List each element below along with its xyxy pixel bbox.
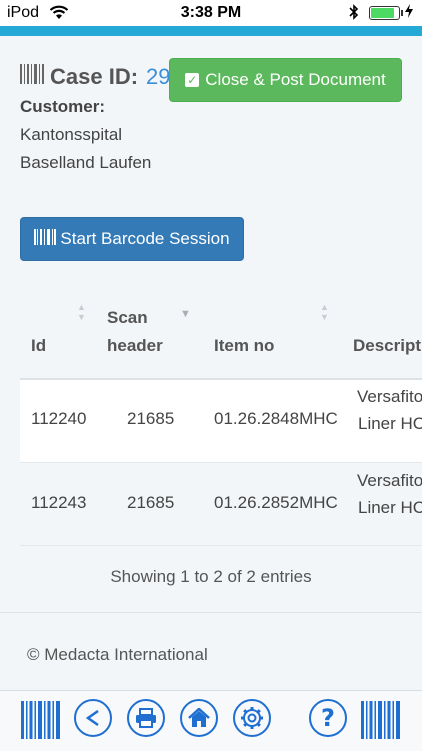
column-header-scan-header-line-2[interactable]: header — [107, 336, 163, 356]
barcode-scan-icon[interactable] — [360, 699, 402, 746]
bottom-toolbar: ? — [0, 690, 422, 751]
start-barcode-session-button[interactable]: Start Barcode Session — [20, 217, 244, 261]
status-bar: iPod 3:38 PM — [0, 0, 422, 26]
sort-icon: ▲ ▼ — [77, 302, 86, 322]
header-accent-bar — [0, 26, 422, 36]
column-header-id[interactable]: Id — [31, 336, 46, 356]
cell-description-line-1: Versafito — [357, 471, 422, 490]
sort-descending-icon: ▼ — [180, 308, 191, 320]
start-barcode-session-label: Start Barcode Session — [60, 229, 230, 248]
customer-name-line-2: Baselland Laufen — [20, 153, 152, 172]
column-header-scan-header-line-1[interactable]: Scan — [107, 308, 148, 328]
cell-id: 112240 — [31, 409, 87, 428]
case-id-value: 29 — [146, 64, 171, 89]
column-header-item-no[interactable]: Item no — [214, 336, 274, 356]
barcode-icon — [20, 64, 44, 90]
settings-icon[interactable] — [233, 699, 271, 737]
barcode-scan-icon[interactable] — [20, 699, 62, 746]
column-header-description[interactable]: Descript — [353, 336, 421, 356]
cell-scan-header: 21685 — [127, 409, 175, 428]
back-icon[interactable] — [74, 699, 112, 737]
case-title: Case ID: 29 — [20, 64, 171, 90]
table-row[interactable]: 112240 21685 01.26.2848MHC Versafito Lin… — [20, 380, 422, 463]
home-icon[interactable] — [180, 699, 218, 737]
print-icon[interactable] — [127, 699, 165, 737]
help-icon[interactable]: ? — [309, 699, 347, 737]
check-square-icon: ✓ — [185, 73, 200, 87]
sort-icon: ▲ ▼ — [320, 302, 329, 322]
close-post-document-button[interactable]: ✓ Close & Post Document — [169, 58, 402, 102]
bluetooth-icon — [349, 4, 359, 24]
case-id-label: Case ID: — [50, 64, 139, 89]
copyright-text: © Medacta International — [27, 645, 208, 664]
scan-items-table: Id ▲ ▼ Scan header ▼ Item no ▲ ▼ Descript … — [20, 292, 422, 546]
battery-icon — [369, 6, 403, 20]
divider — [0, 612, 422, 613]
table-info: Showing 1 to 2 of 2 entries — [110, 567, 312, 586]
customer-label: Customer: — [20, 97, 106, 116]
charging-icon — [405, 4, 413, 21]
cell-description-line-1: Versafito — [357, 387, 422, 406]
cell-item-no: 01.26.2852MHC — [214, 493, 338, 512]
cell-scan-header: 21685 — [127, 493, 175, 512]
customer-name-line-1: Kantonsspital — [20, 125, 123, 144]
barcode-icon — [34, 228, 57, 250]
table-header-row: Id ▲ ▼ Scan header ▼ Item no ▲ ▼ Descript — [20, 292, 422, 380]
cell-item-no: 01.26.2848MHC — [214, 409, 338, 428]
cell-description-line-2: Liner HC — [358, 414, 422, 433]
table-row[interactable]: 112243 21685 01.26.2852MHC Versafito Lin… — [20, 463, 422, 546]
close-post-document-label: Close & Post Document — [205, 70, 386, 89]
cell-description-line-2: Liner HC — [358, 498, 422, 517]
cell-id: 112243 — [31, 493, 87, 512]
